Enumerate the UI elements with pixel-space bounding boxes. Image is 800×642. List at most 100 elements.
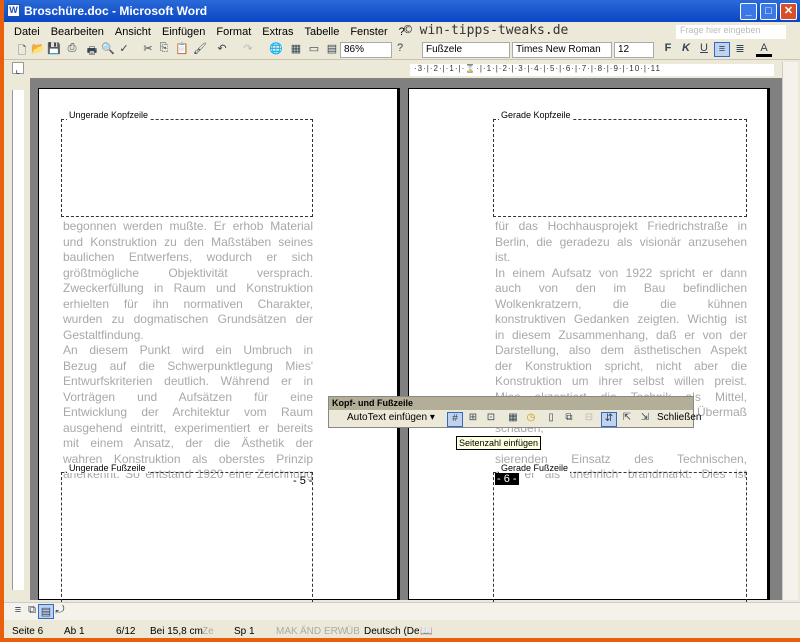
footer-area[interactable] (61, 472, 313, 602)
status-erw[interactable]: ERW (324, 626, 347, 637)
cut-icon[interactable]: ✂ (140, 42, 156, 57)
body-text: begonnen werden mußte. Er erhob Material… (63, 219, 313, 483)
print-icon[interactable]: 🖶 (84, 42, 100, 57)
copy-icon[interactable]: ⎘ (156, 42, 172, 57)
horizontal-scrollbar[interactable]: ≡ ⧉ ▤ ⤾ (4, 602, 800, 620)
minimize-button[interactable]: _ (740, 3, 757, 20)
text-line: Wolkenkratzern, die die kühnen (495, 297, 747, 313)
close-header-footer-button[interactable]: Schließen (657, 412, 701, 427)
status-mak[interactable]: MAK (276, 626, 298, 637)
print-preview-icon[interactable]: 🔍 (100, 42, 116, 57)
insert-table-icon[interactable]: ▭ (306, 42, 322, 57)
text-line: wurden zu dogmatischen Grundsätzen der (63, 312, 313, 328)
vertical-ruler[interactable] (12, 90, 24, 590)
text-line: Entwurfskriterien deutlich. Während er i… (63, 374, 313, 390)
text-line: für das Hochhausprojekt Friedrichstraße … (495, 219, 747, 235)
hyperlink-icon[interactable]: 🌐 (268, 42, 284, 57)
left-page: Ungerade Kopfzeile begonnen werden mußte… (38, 88, 398, 600)
excel-icon[interactable]: ▤ (324, 42, 340, 57)
outline-view-icon[interactable]: ⤾ (52, 604, 68, 619)
permission-icon[interactable]: ⎙ (64, 42, 80, 57)
status-line: Ze (202, 626, 214, 637)
text-line: mit einem Ansatz, der die Ästhetik der (63, 436, 313, 452)
status-aend[interactable]: ÄND (300, 626, 321, 637)
menu-tabelle[interactable]: Tabelle (304, 26, 339, 38)
ask-question-input[interactable]: Frage hier eingeben (676, 25, 786, 39)
save-icon[interactable]: 💾 (46, 42, 62, 57)
text-line: In einem Aufsatz von 1922 spricht er dan… (495, 266, 747, 282)
open-icon[interactable]: 📂 (30, 42, 46, 57)
italic-button[interactable]: K (678, 42, 694, 57)
footer-label: Ungerade Fußzeile (67, 463, 148, 473)
style-select[interactable]: Fußzele (422, 42, 510, 58)
text-line: in diesem Zusammenhang, daß er von der (495, 328, 747, 344)
horizontal-ruler[interactable]: ·3·|·2·|·1·|·⌛·|·1·|·2·|·3·|·4·|·5·|·6·|… (410, 64, 774, 76)
text-line: baulichen Entwerfens, wodurch er sich (63, 250, 313, 266)
header-area[interactable] (493, 119, 747, 217)
toolbar-title[interactable]: Kopf- und Fußzeile (329, 397, 693, 410)
menu-ansicht[interactable]: Ansicht (115, 26, 151, 38)
page-setup-icon[interactable]: ▯ (543, 412, 559, 427)
tab-selector-icon[interactable]: ⌞ (12, 62, 24, 74)
redo-icon[interactable]: ↷ (240, 42, 256, 57)
header-label: Ungerade Kopfzeile (67, 110, 150, 120)
text-line: Konstruktion um ihrer selbst willen prei… (495, 374, 747, 390)
undo-icon[interactable]: ↶ (214, 42, 230, 57)
window-title: Broschüre.doc - Microsoft Word (24, 4, 207, 18)
status-bar: Seite 6 Ab 1 6/12 Bei 15,8 cm Ze Sp 1 MA… (4, 622, 800, 638)
text-line: Zweckerfüllung in Raum und Konstruktion (63, 281, 313, 297)
autotext-button[interactable]: AutoText einfügen ▾ (347, 412, 435, 427)
insert-page-number-icon[interactable]: # (447, 412, 463, 427)
toolbar: 🗋 📂 💾 ⎙ 🖶 🔍 ✓ ✂ ⎘ 📋 🖌 ↶ ↷ 🌐 ▦ ▭ ▤ 86% ? … (4, 40, 800, 60)
underline-button[interactable]: U (696, 42, 712, 57)
status-position: Bei 15,8 cm (150, 626, 203, 637)
insert-time-icon[interactable]: ◷ (523, 412, 539, 427)
new-icon[interactable]: 🗋 (14, 42, 30, 57)
menu-fenster[interactable]: Fenster (350, 26, 387, 38)
text-line: Gestaltfindung. (63, 328, 313, 344)
format-painter-icon[interactable]: 🖌 (192, 42, 208, 57)
align-left-icon[interactable]: ≡ (714, 42, 730, 57)
justify-icon[interactable]: ≣ (732, 42, 748, 57)
zoom-select[interactable]: 86% (340, 42, 392, 58)
insert-date-icon[interactable]: ▦ (505, 412, 521, 427)
maximize-button[interactable]: □ (760, 3, 777, 20)
menu-bearbeiten[interactable]: Bearbeiten (51, 26, 104, 38)
size-select[interactable]: 12 (614, 42, 654, 58)
format-page-number-icon[interactable]: ⊡ (483, 412, 499, 427)
status-ub[interactable]: ÜB (346, 626, 360, 637)
show-hide-text-icon[interactable]: ⧉ (561, 412, 577, 427)
font-color-icon[interactable]: A (756, 42, 772, 57)
text-line: ausgehend eintritt, experimentiert er be… (63, 421, 313, 437)
status-section: Ab 1 (64, 626, 85, 637)
help-icon[interactable]: ? (392, 42, 408, 57)
status-pages: 6/12 (116, 626, 135, 637)
spelling-status-icon[interactable]: 📖 (420, 626, 432, 637)
switch-header-footer-icon[interactable]: ⇵ (601, 412, 617, 427)
spelling-icon[interactable]: ✓ (116, 42, 132, 57)
bold-button[interactable]: F (660, 42, 676, 57)
menu-extras[interactable]: Extras (262, 26, 293, 38)
header-area[interactable] (61, 119, 313, 217)
insert-page-count-icon[interactable]: ⊞ (465, 412, 481, 427)
page-number-selected[interactable]: - 6 - (495, 473, 519, 485)
paste-icon[interactable]: 📋 (174, 42, 190, 57)
text-line: konstruktiven Gedanken zeigten. Wichtig … (495, 312, 747, 328)
footer-area[interactable] (493, 472, 747, 602)
text-line: größtmögliche Objektivität versprach. (63, 266, 313, 282)
text-line: Berlin, die geradezu als visionär anzuse… (495, 235, 747, 251)
tooltip: Seitenzahl einfügen (456, 436, 541, 450)
tables-icon[interactable]: ▦ (288, 42, 304, 57)
show-previous-icon[interactable]: ⇱ (619, 412, 635, 427)
text-line: Bezug auf die Schwerpunktlegung Mies' (63, 359, 313, 375)
menu-datei[interactable]: Datei (14, 26, 40, 38)
text-line: begonnen werden mußte. Er erhob Material (63, 219, 313, 235)
same-as-previous-icon[interactable]: ⊟ (581, 412, 597, 427)
close-button[interactable]: ✕ (780, 3, 797, 20)
status-language: Deutsch (De (364, 626, 420, 637)
vertical-scrollbar[interactable] (782, 62, 798, 600)
menu-format[interactable]: Format (216, 26, 251, 38)
font-select[interactable]: Times New Roman (512, 42, 612, 58)
show-next-icon[interactable]: ⇲ (637, 412, 653, 427)
menu-einfuegen[interactable]: Einfügen (162, 26, 205, 38)
